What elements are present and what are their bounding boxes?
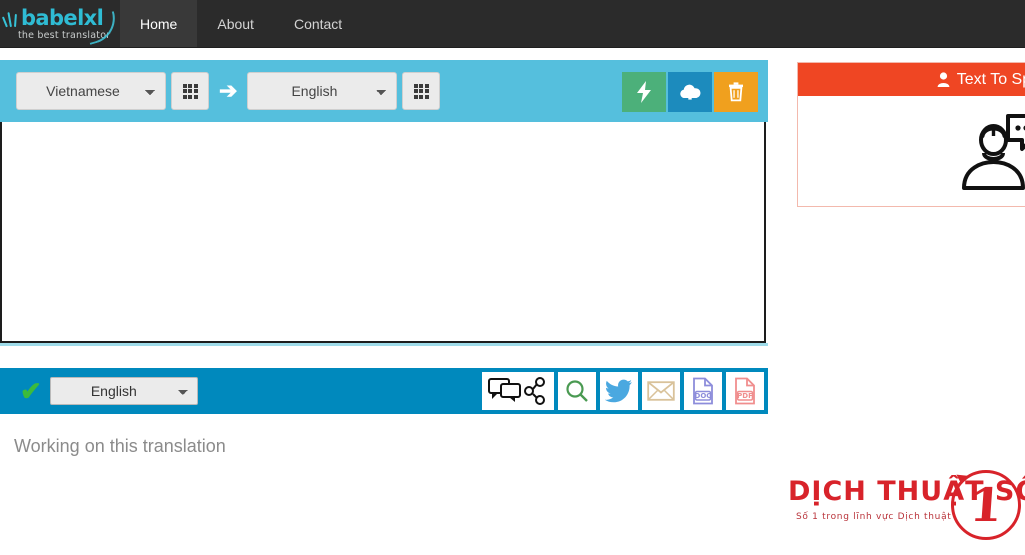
user-icon <box>937 72 950 87</box>
lightning-bolt-icon <box>637 81 651 103</box>
source-keyboard-button[interactable] <box>171 72 209 110</box>
nav-links: Home About Contact <box>120 0 362 47</box>
result-toolbar: ✔ English DOC PDF <box>0 368 768 414</box>
nav-link-home[interactable]: Home <box>120 0 198 47</box>
check-icon: ✔ <box>20 376 42 406</box>
partner-logo: DỊCH THUẬT SỐ Số 1 trong lĩnh vực Dịch t… <box>788 470 1025 548</box>
cloud-upload-icon <box>680 84 701 100</box>
result-tool-icons: DOC PDF <box>482 372 764 410</box>
text-to-speech-body <box>798 96 1025 206</box>
translator-panel: Vietnamese ➔ English ✔ English DOC PDF W… <box>0 60 768 522</box>
text-to-speech-header: Text To Spe <box>798 63 1025 96</box>
target-keyboard-button[interactable] <box>402 72 441 110</box>
nav-link-contact[interactable]: Contact <box>274 0 362 47</box>
doc-icon-button[interactable]: DOC <box>684 372 722 410</box>
pdf-icon: PDF <box>735 377 755 405</box>
doc-icon: DOC <box>693 377 713 405</box>
twitter-icon <box>605 379 632 403</box>
panel-gap <box>0 346 768 368</box>
trash-icon <box>729 82 743 102</box>
pdf-icon-button[interactable]: PDF <box>726 372 764 410</box>
text-to-speech-title: Text To Spe <box>956 70 1025 88</box>
grid-icon <box>182 83 198 99</box>
arrow-right-icon: ➔ <box>219 78 238 103</box>
nav-link-about[interactable]: About <box>197 0 274 47</box>
result-language-select[interactable]: English <box>49 377 198 405</box>
feather-icon <box>1 7 20 29</box>
source-text-input[interactable] <box>0 122 766 343</box>
twitter-icon-button[interactable] <box>600 372 638 410</box>
text-to-speech-panel: Text To Spe <box>797 62 1025 207</box>
speaking-person-icon <box>962 114 1025 190</box>
chat-share-icon-button[interactable] <box>482 372 554 410</box>
grid-icon <box>413 83 429 99</box>
source-language-select[interactable]: Vietnamese <box>16 72 166 110</box>
email-icon-button[interactable] <box>642 372 680 410</box>
brand-logo[interactable]: babelxl the best translator <box>0 0 121 47</box>
logo-number: 1 <box>968 478 1004 532</box>
email-icon <box>647 381 675 401</box>
translator-toolbar: Vietnamese ➔ English <box>0 60 768 122</box>
result-body: Working on this translation <box>0 414 768 522</box>
translate-button[interactable] <box>622 72 666 112</box>
svg-text:DOC: DOC <box>695 392 712 400</box>
top-navbar: babelxl the best translator Home About C… <box>0 0 1025 48</box>
translation-status-text: Working on this translation <box>14 436 226 456</box>
target-language-select[interactable]: English <box>247 72 398 110</box>
clear-button[interactable] <box>714 72 758 112</box>
upload-button[interactable] <box>668 72 712 112</box>
logo-number-circle: 1 <box>951 470 1021 540</box>
svg-text:PDF: PDF <box>737 392 753 400</box>
action-button-group <box>620 72 758 112</box>
chat-share-icon <box>488 377 545 405</box>
search-icon-button[interactable] <box>558 372 596 410</box>
search-icon <box>566 380 588 402</box>
